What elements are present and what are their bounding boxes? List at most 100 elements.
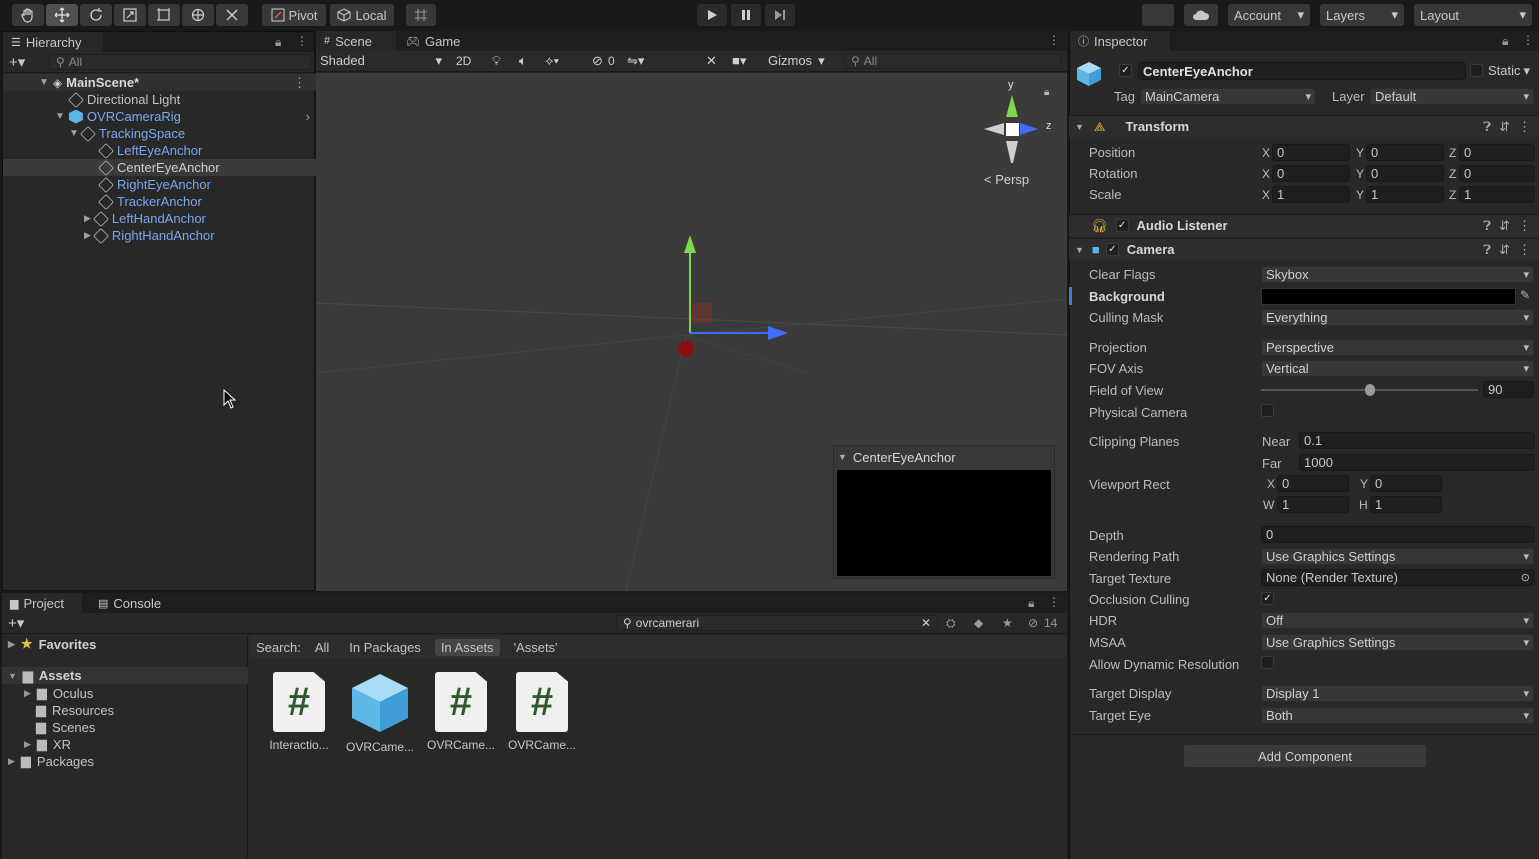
- packages-folder[interactable]: ▶ ▆ Packages: [8, 753, 94, 769]
- list-item[interactable]: CenterEyeAnchor: [3, 159, 316, 176]
- filter-all-button[interactable]: All: [309, 639, 335, 656]
- chevron-down-icon[interactable]: ▼: [55, 111, 65, 122]
- layers-dropdown[interactable]: Layers ▾: [1320, 4, 1404, 26]
- audio-listener-header[interactable]: 🎧︎ ✓ Audio Listener ❓︎ ⇵ ⋮: [1069, 214, 1539, 236]
- object-name-input[interactable]: CenterEyeAnchor: [1138, 62, 1466, 80]
- settings-icon[interactable]: ⇵: [1499, 242, 1510, 258]
- chevron-right-icon[interactable]: ›: [306, 109, 310, 124]
- target-eye-dropdown[interactable]: Both: [1261, 707, 1534, 724]
- help-icon[interactable]: ❓︎: [1483, 119, 1491, 135]
- depth-input[interactable]: 0: [1261, 526, 1535, 543]
- filter-assets-folder-button[interactable]: 'Assets': [508, 639, 564, 656]
- transform-tool-button[interactable]: [182, 4, 214, 26]
- project-search-input[interactable]: ⚲ ovrcamerari ✕: [616, 615, 938, 631]
- lock-icon[interactable]: 🔒︎: [1502, 34, 1508, 49]
- list-item[interactable]: RightEyeAnchor: [3, 176, 316, 193]
- more-icon[interactable]: ⋮: [1518, 242, 1531, 258]
- tab-console[interactable]: ▤ Console: [90, 593, 180, 613]
- view-options-icon[interactable]: ⇋▾: [627, 53, 644, 69]
- folder-item[interactable]: ▆ Scenes: [36, 719, 95, 735]
- scale-y-input[interactable]: 1: [1366, 186, 1444, 203]
- layout-dropdown[interactable]: Layout ▾: [1414, 4, 1532, 26]
- scale-tool-button[interactable]: [114, 4, 146, 26]
- label-icon[interactable]: ◆: [974, 616, 983, 630]
- audio-listener-checkbox[interactable]: ✓: [1115, 219, 1129, 232]
- grid-snap-button[interactable]: [406, 4, 436, 26]
- scene-viewport[interactable]: y z 🔒︎ < Persp ▼ CenterEyeAnchor: [316, 73, 1067, 591]
- step-button[interactable]: [765, 4, 795, 26]
- tab-project[interactable]: ▆ Project: [2, 593, 82, 613]
- viewport-w-input[interactable]: 1: [1277, 496, 1349, 513]
- list-item[interactable]: ▼ OVRCameraRig ›: [3, 108, 316, 125]
- hidden-packages-icon[interactable]: ⊘: [1028, 616, 1038, 630]
- scale-x-input[interactable]: 1: [1272, 186, 1350, 203]
- light-icon[interactable]: 💡︎: [492, 53, 501, 69]
- tab-inspector[interactable]: ⓘ Inspector: [1070, 31, 1170, 51]
- static-dropdown[interactable]: Static ▾: [1488, 63, 1530, 79]
- folder-item[interactable]: ▶ ▆ XR: [24, 736, 71, 752]
- folder-item[interactable]: ▶ ▆ Oculus: [24, 685, 93, 701]
- list-item[interactable]: ▶ RightHandAnchor: [3, 227, 316, 244]
- hierarchy-search-input[interactable]: ⚲ All: [49, 54, 311, 70]
- gizmos-dropdown[interactable]: Gizmos ▾: [768, 53, 825, 69]
- camera-checkbox[interactable]: ✓: [1105, 243, 1119, 256]
- more-icon[interactable]: ⋮: [1518, 218, 1531, 234]
- camera-preview-header[interactable]: ▼ CenterEyeAnchor: [834, 446, 1054, 468]
- more-icon[interactable]: ⋮: [1048, 33, 1060, 47]
- position-y-input[interactable]: 0: [1366, 144, 1444, 161]
- dynamic-resolution-checkbox[interactable]: [1261, 656, 1274, 669]
- more-icon[interactable]: ⋮: [1522, 33, 1534, 47]
- static-checkbox[interactable]: [1470, 64, 1483, 77]
- list-item[interactable]: ▼ TrackingSpace: [3, 125, 316, 142]
- rotation-z-input[interactable]: 0: [1459, 165, 1535, 182]
- rect-tool-button[interactable]: [148, 4, 180, 26]
- shading-dropdown[interactable]: Shaded ▾: [320, 53, 442, 70]
- fov-slider-thumb[interactable]: [1364, 384, 1375, 396]
- custom-tool-button[interactable]: [216, 4, 248, 26]
- culling-mask-dropdown[interactable]: Everything: [1261, 309, 1534, 326]
- hand-tool-button[interactable]: [12, 4, 44, 26]
- tab-scene[interactable]: # Scene: [316, 31, 396, 51]
- asset-item[interactable]: # OVRCame...: [507, 672, 577, 752]
- occlusion-culling-checkbox[interactable]: ✓: [1261, 592, 1274, 605]
- position-x-input[interactable]: 0: [1272, 144, 1350, 161]
- clear-icon[interactable]: ✕: [921, 616, 931, 630]
- collab-button[interactable]: [1142, 4, 1174, 26]
- object-picker-icon[interactable]: ⊙: [1521, 571, 1530, 584]
- asset-item[interactable]: # OVRCame...: [426, 672, 496, 752]
- more-icon[interactable]: ⋮: [293, 75, 306, 91]
- favorites-item[interactable]: ▶ ★ Favorites: [8, 636, 96, 652]
- tag-dropdown[interactable]: MainCamera: [1140, 88, 1316, 105]
- 2d-toggle-button[interactable]: 2D: [456, 54, 471, 68]
- hdr-dropdown[interactable]: Off: [1261, 612, 1534, 629]
- help-icon[interactable]: ❓︎: [1483, 218, 1491, 234]
- chevron-right-icon[interactable]: ▶: [84, 213, 91, 224]
- list-item[interactable]: Directional Light: [3, 91, 316, 108]
- add-component-button[interactable]: Add Component: [1183, 744, 1427, 768]
- settings-icon[interactable]: ⇵: [1499, 119, 1510, 135]
- chevron-down-icon[interactable]: ▼: [39, 77, 49, 88]
- layer-dropdown[interactable]: Default: [1370, 88, 1534, 105]
- viewport-y-input[interactable]: 0: [1370, 475, 1442, 492]
- star-icon[interactable]: ★: [1002, 616, 1013, 630]
- play-button[interactable]: [697, 4, 727, 26]
- move-gizmo[interactable]: [668, 231, 798, 361]
- more-icon[interactable]: ⋮: [296, 34, 308, 48]
- add-icon[interactable]: +▾: [9, 53, 25, 71]
- cloud-button[interactable]: [1184, 4, 1218, 26]
- more-icon[interactable]: ⋮: [1048, 595, 1060, 609]
- tools-icon[interactable]: ✕: [706, 53, 717, 69]
- list-item[interactable]: ▶ LeftHandAnchor: [3, 210, 316, 227]
- fov-axis-dropdown[interactable]: Vertical: [1261, 360, 1534, 377]
- list-item[interactable]: ▼ ◈ MainScene* ⋮: [3, 74, 316, 91]
- filter-in-assets-button[interactable]: In Assets: [434, 638, 500, 656]
- add-icon[interactable]: +▾: [8, 614, 24, 632]
- effects-icon[interactable]: ⟡▾: [545, 53, 559, 69]
- background-color-field[interactable]: [1261, 288, 1516, 305]
- msaa-dropdown[interactable]: Use Graphics Settings: [1261, 634, 1534, 651]
- rendering-path-dropdown[interactable]: Use Graphics Settings: [1261, 548, 1534, 565]
- viewport-x-input[interactable]: 0: [1277, 475, 1349, 492]
- persp-label[interactable]: < Persp: [984, 172, 1029, 187]
- audio-icon[interactable]: 🔈︎: [519, 53, 527, 69]
- asset-item[interactable]: # Interactio...: [264, 672, 334, 752]
